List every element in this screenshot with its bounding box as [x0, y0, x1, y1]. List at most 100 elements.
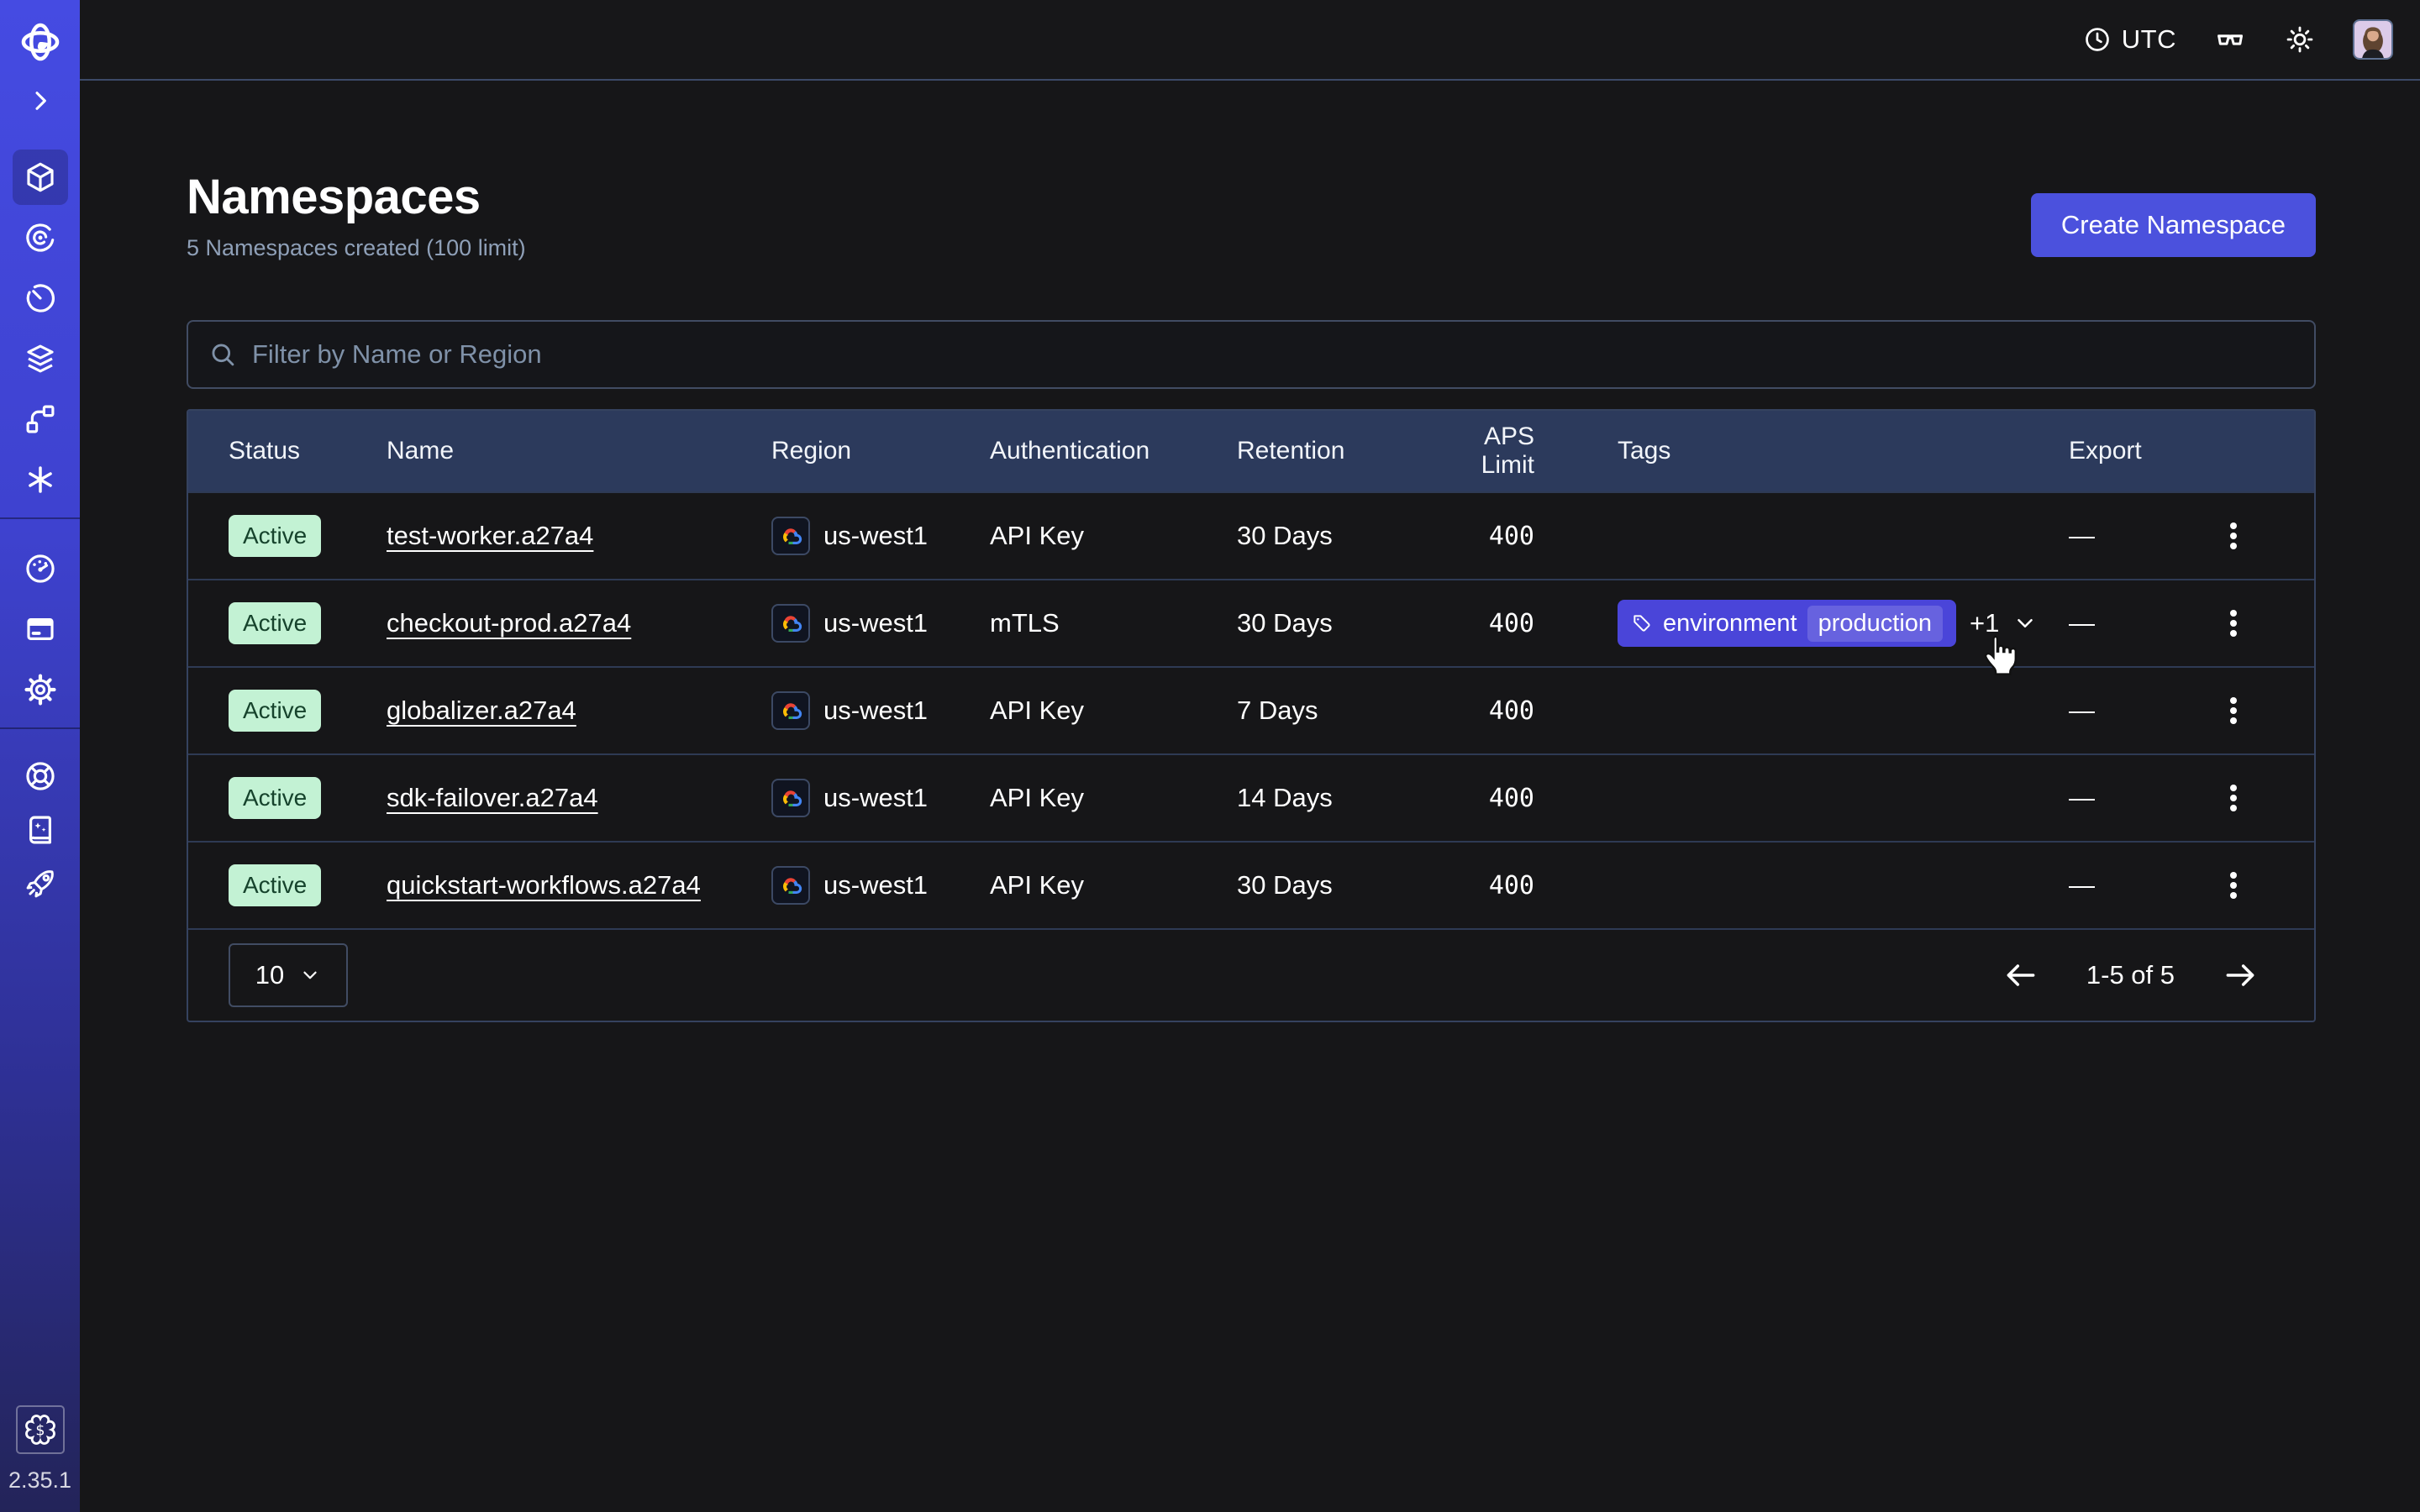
gear-icon [23, 672, 58, 707]
retention-value: 30 Days [1237, 870, 1430, 900]
tag-value: production [1807, 606, 1943, 642]
filter-input[interactable] [252, 339, 2294, 370]
namespace-link[interactable]: checkout-prod.a27a4 [387, 608, 631, 638]
col-export: Export [2050, 437, 2312, 465]
timer-icon [23, 281, 58, 316]
temporal-logo[interactable] [17, 18, 64, 66]
region-label: us-west1 [823, 696, 928, 726]
arrow-left-icon [2002, 957, 2039, 994]
page-size-select[interactable]: 10 [229, 943, 348, 1007]
orbit-icon [23, 220, 58, 255]
status-badge: Active [229, 864, 321, 906]
status-badge: Active [229, 690, 321, 732]
namespace-link[interactable]: globalizer.a27a4 [387, 696, 576, 725]
price-badge-icon: $ [24, 1413, 57, 1446]
retention-value: 7 Days [1237, 696, 1430, 726]
gcp-cloud-icon [771, 691, 810, 730]
glasses-icon [2213, 23, 2247, 56]
col-retention: Retention [1237, 437, 1430, 465]
export-value: — [2069, 521, 2095, 551]
page-subtitle: 5 Namespaces created (100 limit) [187, 235, 526, 261]
clock-icon [2083, 25, 2112, 54]
gcp-cloud-icon [771, 779, 810, 817]
namespace-link[interactable]: test-worker.a27a4 [387, 521, 593, 550]
sidebar-expand-button[interactable] [17, 77, 64, 124]
arrow-right-icon [2222, 957, 2259, 994]
main-content: Namespaces 5 Namespaces created (100 lim… [80, 81, 2420, 1512]
col-name: Name [387, 437, 771, 465]
table-row: Active sdk-failover.a27a4 us-west1 API K… [188, 753, 2314, 841]
status-badge: Active [229, 777, 321, 819]
svg-text:$: $ [35, 1422, 45, 1439]
table-header: Status Name Region Authentication Retent… [188, 411, 2314, 491]
aps-value: 400 [1430, 696, 1618, 726]
sidebar-item-usage[interactable] [13, 541, 68, 596]
aps-value: 400 [1430, 522, 1618, 551]
row-menu-button[interactable] [2217, 774, 2250, 822]
prev-page-button[interactable] [2002, 957, 2039, 994]
sidebar-item-support[interactable] [13, 751, 68, 801]
col-authentication: Authentication [990, 437, 1237, 465]
layers-icon [23, 341, 58, 376]
aps-value: 400 [1430, 609, 1618, 638]
region-label: us-west1 [823, 783, 928, 813]
tag-pill[interactable]: environment production [1618, 600, 1956, 647]
sidebar-item-insights[interactable] [13, 210, 68, 265]
export-value: — [2069, 696, 2095, 726]
col-tags: Tags [1618, 437, 2050, 465]
namespace-link[interactable]: quickstart-workflows.a27a4 [387, 870, 701, 900]
sidebar-divider [0, 517, 80, 519]
tag-key: environment [1663, 610, 1797, 638]
row-menu-button[interactable] [2217, 687, 2250, 734]
billing-icon [23, 612, 58, 647]
timezone-selector[interactable]: UTC [2083, 24, 2176, 55]
gcp-cloud-icon [771, 604, 810, 643]
auth-value: API Key [990, 870, 1237, 900]
cube-icon [23, 160, 58, 195]
col-aps-limit: APS Limit [1430, 423, 1618, 480]
status-badge: Active [229, 602, 321, 644]
timezone-label: UTC [2122, 24, 2176, 55]
gcp-cloud-icon [771, 866, 810, 905]
auth-value: API Key [990, 783, 1237, 813]
sidebar-item-schedules[interactable] [13, 270, 68, 326]
namespace-link[interactable]: sdk-failover.a27a4 [387, 783, 598, 812]
chevron-right-icon [27, 87, 54, 114]
sidebar-item-batch[interactable] [13, 452, 68, 507]
tag-icon [1631, 612, 1653, 634]
filter-bar [187, 320, 2316, 389]
user-avatar[interactable] [2353, 19, 2393, 60]
sidebar-divider-2 [0, 727, 80, 729]
retention-value: 30 Days [1237, 608, 1430, 638]
accessibility-toggle[interactable] [2213, 23, 2247, 56]
row-menu-button[interactable] [2217, 862, 2250, 909]
page-size-value: 10 [255, 960, 284, 990]
page-title: Namespaces [187, 168, 526, 227]
row-menu-button[interactable] [2217, 512, 2250, 559]
next-page-button[interactable] [2222, 957, 2259, 994]
create-namespace-button[interactable]: Create Namespace [2031, 193, 2316, 257]
region-label: us-west1 [823, 870, 928, 900]
sidebar-item-billing[interactable] [13, 601, 68, 657]
sidebar-item-settings[interactable] [13, 662, 68, 717]
sidebar-item-namespaces[interactable] [13, 150, 68, 205]
namespaces-table: Status Name Region Authentication Retent… [187, 409, 2316, 1022]
retention-value: 14 Days [1237, 783, 1430, 813]
sidebar-item-docs[interactable] [13, 805, 68, 855]
search-icon [208, 340, 237, 369]
region-label: us-west1 [823, 521, 928, 551]
theme-toggle[interactable] [2284, 24, 2316, 55]
pricing-button[interactable]: $ [16, 1405, 65, 1454]
export-value: — [2069, 608, 2095, 638]
gauge-icon [23, 551, 58, 586]
sun-icon [2284, 24, 2316, 55]
sidebar-item-deployments[interactable] [13, 331, 68, 386]
sidebar-item-nexus[interactable] [13, 391, 68, 447]
sidebar-item-get-started[interactable] [13, 858, 68, 909]
auth-value: API Key [990, 696, 1237, 726]
chevron-down-icon[interactable] [2012, 611, 2038, 636]
row-menu-button[interactable] [2217, 600, 2250, 647]
pagination-range: 1-5 of 5 [2086, 960, 2175, 990]
export-value: — [2069, 783, 2095, 813]
table-row: Active test-worker.a27a4 us-west1 API Ke… [188, 491, 2314, 579]
